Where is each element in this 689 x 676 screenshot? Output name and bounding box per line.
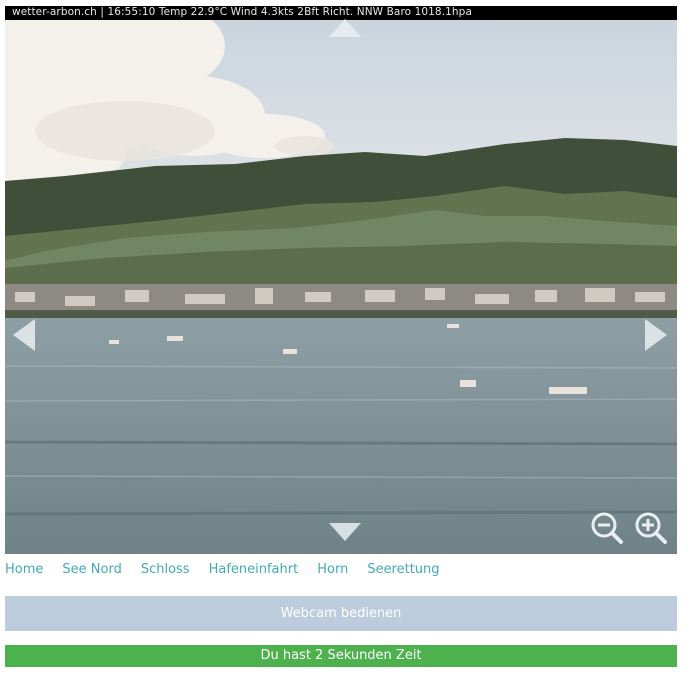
- zoom-out-button[interactable]: [590, 511, 624, 549]
- camera-nav: Home See Nord Schloss Hafeneinfahrt Horn…: [5, 561, 459, 579]
- nav-link-seerettung[interactable]: Seerettung: [367, 561, 439, 579]
- webcam-control-button[interactable]: Webcam bedienen: [5, 596, 677, 631]
- pan-up-button[interactable]: [328, 18, 362, 38]
- zoom-in-icon: [635, 512, 667, 544]
- nav-link-horn[interactable]: Horn: [317, 561, 348, 579]
- nav-link-see-nord[interactable]: See Nord: [62, 561, 121, 579]
- zoom-in-button[interactable]: [634, 511, 668, 549]
- webcam-info-text: wetter-arbon.ch | 16:55:10 Temp 22.9°C W…: [12, 6, 472, 18]
- pan-down-button[interactable]: [328, 522, 362, 542]
- nav-link-schloss[interactable]: Schloss: [141, 561, 190, 579]
- nav-link-hafeneinfahrt[interactable]: Hafeneinfahrt: [209, 561, 299, 579]
- timer-status-bar: Du hast 2 Sekunden Zeit: [5, 645, 677, 667]
- webcam-image: [5, 6, 677, 554]
- arrow-left-icon: [13, 319, 35, 351]
- nav-link-home[interactable]: Home: [5, 561, 43, 579]
- arrow-up-icon: [329, 19, 361, 37]
- zoom-out-icon: [591, 512, 623, 544]
- pan-left-button[interactable]: [12, 318, 36, 352]
- arrow-down-icon: [329, 523, 361, 541]
- arrow-right-icon: [645, 319, 667, 351]
- webcam-view: wetter-arbon.ch | 16:55:10 Temp 22.9°C W…: [5, 6, 677, 554]
- pan-right-button[interactable]: [644, 318, 668, 352]
